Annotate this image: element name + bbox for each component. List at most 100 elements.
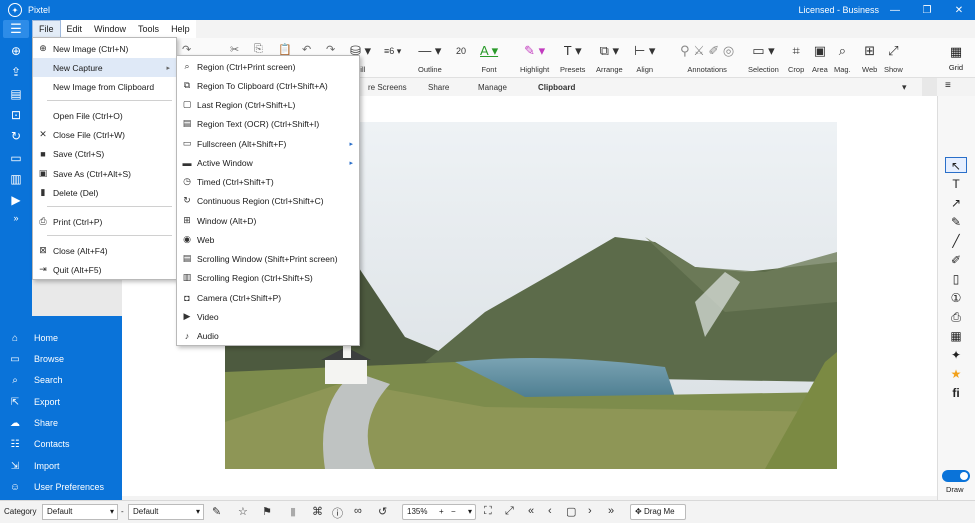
capture-menu-item[interactable]: ⧉ Region To Clipboard (Ctrl+Shift+A) xyxy=(177,76,359,95)
tab-manage[interactable]: Manage xyxy=(478,83,507,92)
stamp-icon[interactable]: ⎙ xyxy=(945,309,967,325)
star-outline-icon[interactable]: ☆ xyxy=(238,505,248,518)
highlight-tool[interactable]: ✎ ▾ Highlight xyxy=(520,42,549,74)
close-window-icon[interactable]: ✕ xyxy=(943,0,975,20)
line-icon[interactable]: ╱ xyxy=(945,233,967,249)
flag-icon[interactable]: ⚑ xyxy=(262,505,272,518)
pointer-icon[interactable]: ↖ xyxy=(945,157,967,173)
prev-page-icon[interactable]: ‹ xyxy=(548,505,552,517)
minimize-icon[interactable]: — xyxy=(879,0,911,20)
menu-file[interactable]: File xyxy=(32,20,61,38)
history-clock-icon[interactable]: ↺ xyxy=(378,505,387,518)
file-menu-item[interactable]: ⊕ New Image (Ctrl+N) xyxy=(33,39,176,58)
arrow-icon[interactable]: ↗ xyxy=(945,195,967,211)
expand-icon[interactable]: » xyxy=(8,210,24,226)
file-menu-item[interactable]: ⎙ Print (Ctrl+P) xyxy=(33,212,176,231)
nav-import[interactable]: ⇲ Import xyxy=(8,458,60,474)
star-icon[interactable]: ★ xyxy=(945,366,967,382)
file-menu-item[interactable]: ▣ Save As (Ctrl+Alt+S) xyxy=(33,164,176,183)
first-page-icon[interactable]: « xyxy=(528,505,534,517)
file-menu-item[interactable]: Open File (Ctrl+O) xyxy=(33,106,176,125)
zoom-control[interactable]: 135% + − ▾ xyxy=(402,504,476,520)
bookmark-icon[interactable]: ▮ xyxy=(290,505,296,518)
nav-export[interactable]: ⇱ Export xyxy=(8,394,60,410)
collapse-chevron-icon[interactable]: ▾ xyxy=(902,82,907,93)
formula-icon[interactable]: fi xyxy=(945,385,967,401)
tab-capture-screens[interactable]: re Screens xyxy=(368,83,407,92)
area-tool[interactable]: ▣ Area xyxy=(812,42,828,74)
nav-home[interactable]: ⌂ Home xyxy=(8,330,58,346)
font-tool[interactable]: A ▾ Font xyxy=(480,42,498,74)
capture-icon[interactable]: ⊕ xyxy=(8,43,24,59)
capture-menu-item[interactable]: ◘ Camera (Ctrl+Shift+P) xyxy=(177,288,359,307)
draw-toggle[interactable] xyxy=(942,470,970,482)
capture-menu-item[interactable]: ▶ Video xyxy=(177,307,359,326)
zoom-in-icon[interactable]: + xyxy=(439,505,444,519)
capture-menu-item[interactable]: ↻ Continuous Region (Ctrl+Shift+C) xyxy=(177,191,359,210)
nav-search[interactable]: ⌕ Search xyxy=(8,372,62,388)
history-icon[interactable]: ↻ xyxy=(8,128,24,144)
marker-icon[interactable]: ✐ xyxy=(945,252,967,268)
line-width-select[interactable]: ≡6 ▾ xyxy=(384,42,401,60)
info-icon[interactable]: ⓘ xyxy=(332,505,343,521)
grid-button[interactable]: ▦ Grid xyxy=(937,40,975,78)
menu-tools[interactable]: Tools xyxy=(132,20,165,38)
presets-tool[interactable]: T ▾ Presets xyxy=(560,42,585,74)
selection-tool[interactable]: ▭ ▾ Selection xyxy=(748,42,779,74)
crop-tool[interactable]: ⌗ Crop xyxy=(788,42,804,74)
menu-help[interactable]: Help xyxy=(165,20,196,38)
outline-tool[interactable]: — ▾ Outline xyxy=(418,42,442,74)
nav-user-preferences[interactable]: ☺ User Preferences xyxy=(8,479,104,495)
zoom-out-icon[interactable]: − xyxy=(451,505,456,519)
tag-icon[interactable]: ⌘ xyxy=(312,505,323,518)
capture-menu-item[interactable]: ◉ Web xyxy=(177,230,359,249)
arrange-tool[interactable]: ⧉ ▾ Arrange xyxy=(596,42,623,74)
tab-clipboard[interactable]: Clipboard xyxy=(538,83,575,92)
annotations-tool[interactable]: ⚲ ⚔ ✐ ◎ Annotations xyxy=(680,42,734,74)
web-tool[interactable]: ⊞ Web xyxy=(862,42,877,74)
note-icon[interactable]: ▯ xyxy=(945,271,967,287)
show-tool[interactable]: ⤢ Show xyxy=(884,42,903,74)
fullscreen-icon[interactable]: ⤢ xyxy=(505,505,514,518)
blur-icon[interactable]: ▦ xyxy=(945,328,967,344)
crop-frame-icon[interactable]: ⊡ xyxy=(8,107,24,123)
capture-menu-item[interactable]: ▭ Fullscreen (Alt+Shift+F) ▸ xyxy=(177,134,359,153)
document-icon[interactable]: ▤ xyxy=(8,86,24,102)
text-icon[interactable]: T xyxy=(945,176,967,192)
last-page-icon[interactable]: » xyxy=(608,505,614,517)
zoom-dropdown-icon[interactable]: ▾ xyxy=(468,505,472,519)
capture-menu-item[interactable]: ▤ Scrolling Window (Shift+Print screen) xyxy=(177,249,359,268)
second-select[interactable]: Default ▾ xyxy=(128,504,204,520)
nav-browse[interactable]: ▭ Browse xyxy=(8,351,64,367)
tag-edit-icon[interactable]: ✎ xyxy=(212,505,221,518)
capture-menu-item[interactable]: ⊞ Window (Alt+D) xyxy=(177,211,359,230)
step-number-icon[interactable]: ① xyxy=(945,290,967,306)
nav-share[interactable]: ☁ Share xyxy=(8,415,58,431)
magic-icon[interactable]: ✦ xyxy=(945,347,967,363)
font-size-select[interactable]: 20 xyxy=(456,42,466,60)
panel-icon[interactable]: ▥ xyxy=(8,171,24,187)
panel-menu-icon[interactable]: ≡ xyxy=(945,80,951,91)
capture-menu-item[interactable]: ▢ Last Region (Ctrl+Shift+L) xyxy=(177,95,359,114)
file-menu-item[interactable]: ⇥ Quit (Alt+F5) xyxy=(33,260,176,279)
file-menu-item[interactable]: ✕ Close File (Ctrl+W) xyxy=(33,125,176,144)
file-menu-item[interactable]: ▮ Delete (Del) xyxy=(33,183,176,202)
next-page-icon[interactable]: › xyxy=(588,505,592,517)
restore-icon[interactable]: ❐ xyxy=(911,0,943,20)
nav-contacts[interactable]: ☷ Contacts xyxy=(8,436,70,452)
menu-window[interactable]: Window xyxy=(88,20,132,38)
file-menu-item[interactable]: ■ Save (Ctrl+S) xyxy=(33,144,176,163)
category-select[interactable]: Default ▾ xyxy=(42,504,118,520)
file-menu-item[interactable]: New Image from Clipboard xyxy=(33,77,176,96)
video-camera-icon[interactable]: ▶ xyxy=(8,192,24,208)
capture-menu-item[interactable]: ⌕ Region (Ctrl+Print screen) xyxy=(177,57,359,76)
page-icon[interactable]: ▢ xyxy=(566,505,576,518)
link-icon[interactable]: ∞ xyxy=(354,505,362,517)
capture-menu-item[interactable]: ◷ Timed (Ctrl+Shift+T) xyxy=(177,172,359,191)
window-icon[interactable]: ▭ xyxy=(8,150,24,166)
file-menu-item[interactable]: New Capture ▸ xyxy=(33,58,176,77)
capture-menu-item[interactable]: ▥ Scrolling Region (Ctrl+Shift+S) xyxy=(177,268,359,287)
hamburger-icon[interactable]: ☰ xyxy=(3,20,29,38)
align-tool[interactable]: ⊢ ▾ Align xyxy=(634,42,655,74)
capture-menu-item[interactable]: ♪ Audio xyxy=(177,326,359,345)
